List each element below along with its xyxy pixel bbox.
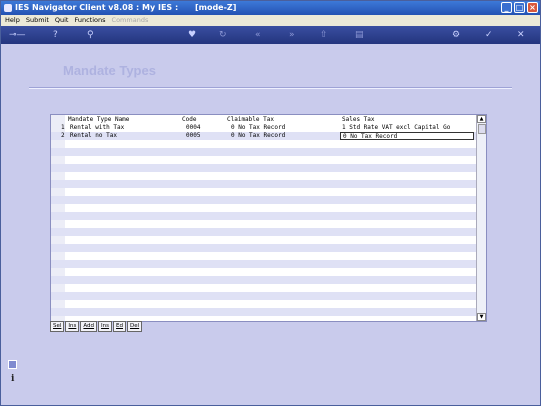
mandate-types-grid: Mandate Type Name Code Claimable Tax Sal…: [50, 114, 487, 322]
minimize-button[interactable]: _: [501, 2, 512, 13]
scroll-up-icon[interactable]: ▲: [477, 115, 486, 123]
empty-row[interactable]: [51, 268, 476, 276]
cell-name[interactable]: Rental no Tax: [70, 132, 117, 140]
table-row[interactable]: 1 Rental with Tax 0004 0 No Tax Record 1…: [51, 124, 476, 132]
upload-icon[interactable]: ⇧: [320, 29, 328, 41]
maximize-button[interactable]: □: [514, 2, 525, 13]
insert-button[interactable]: Ins: [65, 321, 80, 332]
help-icon[interactable]: ?: [53, 29, 58, 41]
menu-quit[interactable]: Quit: [55, 15, 69, 26]
empty-row[interactable]: [51, 164, 476, 172]
edit-button[interactable]: Ed: [113, 321, 126, 332]
empty-row[interactable]: [51, 196, 476, 204]
grid-header: Mandate Type Name Code Claimable Tax Sal…: [51, 115, 476, 124]
empty-row[interactable]: [51, 172, 476, 180]
row-number: 2: [61, 132, 65, 139]
col-header-sales-tax[interactable]: Sales Tax: [342, 115, 375, 124]
refresh-icon[interactable]: ↻: [219, 29, 227, 41]
empty-row[interactable]: [51, 236, 476, 244]
accept-icon[interactable]: ✓: [485, 29, 493, 41]
window-title: IES Navigator Client v8.08 : My IES : [m…: [15, 1, 236, 15]
empty-row[interactable]: [51, 244, 476, 252]
insert-row-button[interactable]: Ins: [98, 321, 113, 332]
empty-row[interactable]: [51, 300, 476, 308]
cell-sales-tax-selected[interactable]: 0 No Tax Record: [340, 132, 474, 140]
row-number: 1: [61, 124, 65, 131]
empty-row[interactable]: [51, 228, 476, 236]
heart-icon[interactable]: ♥: [188, 29, 196, 41]
empty-row[interactable]: [51, 292, 476, 300]
empty-row[interactable]: [51, 180, 476, 188]
empty-row[interactable]: [51, 188, 476, 196]
cell-claimable-tax[interactable]: 0 No Tax Record: [231, 124, 285, 132]
app-icon: [4, 4, 12, 12]
empty-row[interactable]: [51, 148, 476, 156]
window-title-text: IES Navigator Client v8.08 : My IES :: [15, 3, 179, 12]
search-icon[interactable]: ⚲: [87, 29, 94, 41]
menu-commands: Commands: [111, 16, 149, 24]
delete-button[interactable]: Del: [127, 321, 143, 332]
main-content: Mandate Types Mandate Type Name Code Cla…: [1, 44, 540, 405]
info-tab-icon[interactable]: [8, 360, 17, 369]
empty-row[interactable]: [51, 156, 476, 164]
empty-row[interactable]: [51, 252, 476, 260]
cell-code[interactable]: 0004: [186, 124, 200, 132]
title-divider: [29, 87, 512, 89]
mode-indicator: [mode-Z]: [194, 3, 237, 12]
save-icon[interactable]: ▤: [355, 29, 364, 41]
vertical-scrollbar[interactable]: ▲ ▼: [476, 115, 486, 321]
close-button[interactable]: ×: [527, 2, 538, 13]
col-header-claimable-tax[interactable]: Claimable Tax: [227, 115, 274, 124]
empty-row[interactable]: [51, 260, 476, 268]
menu-submit[interactable]: Submit: [26, 15, 49, 26]
empty-row[interactable]: [51, 212, 476, 220]
empty-row[interactable]: [51, 276, 476, 284]
empty-row[interactable]: [51, 204, 476, 212]
col-header-name[interactable]: Mandate Type Name: [68, 115, 129, 124]
add-button[interactable]: Add: [80, 321, 98, 332]
window-controls: _ □ ×: [501, 2, 538, 13]
app-window: IES Navigator Client v8.08 : My IES : [m…: [0, 0, 541, 406]
menu-functions[interactable]: Functions: [74, 15, 105, 26]
col-header-code[interactable]: Code: [182, 115, 196, 124]
empty-row[interactable]: [51, 140, 476, 148]
forward-icon[interactable]: »: [289, 29, 295, 41]
scroll-down-icon[interactable]: ▼: [477, 313, 486, 321]
select-button[interactable]: Sel: [50, 321, 65, 332]
key-icon[interactable]: ⊸—: [9, 29, 26, 41]
menu-help[interactable]: Help: [5, 15, 20, 26]
cell-sales-tax[interactable]: 1 Std Rate VAT excl Capital Go: [342, 124, 450, 132]
empty-row[interactable]: [51, 308, 476, 316]
cell-claimable-tax[interactable]: 0 No Tax Record: [231, 132, 285, 140]
settings-icon[interactable]: ⚙: [452, 29, 460, 41]
table-row[interactable]: 2 Rental no Tax 0005 0 No Tax Record 0 N…: [51, 132, 476, 140]
title-bar: IES Navigator Client v8.08 : My IES : [m…: [1, 1, 540, 15]
cell-code[interactable]: 0005: [186, 132, 200, 140]
rewind-icon[interactable]: «: [255, 29, 261, 41]
empty-row[interactable]: [51, 220, 476, 228]
menu-bar: Help Submit Quit Functions Commands: [1, 15, 540, 26]
cell-name[interactable]: Rental with Tax: [70, 124, 124, 132]
scroll-thumb[interactable]: [478, 124, 486, 134]
toolbar: ⊸— ? ⚲ ♥ ↻ « » ⇧ ▤ ⚙ ✓ ✕: [1, 26, 540, 44]
empty-row[interactable]: [51, 284, 476, 292]
info-icon[interactable]: i: [11, 374, 14, 384]
page-title: Mandate Types: [63, 63, 156, 78]
cancel-icon[interactable]: ✕: [517, 29, 525, 41]
grid-action-buttons: Sel Ins Add Ins Ed Del: [50, 321, 143, 332]
